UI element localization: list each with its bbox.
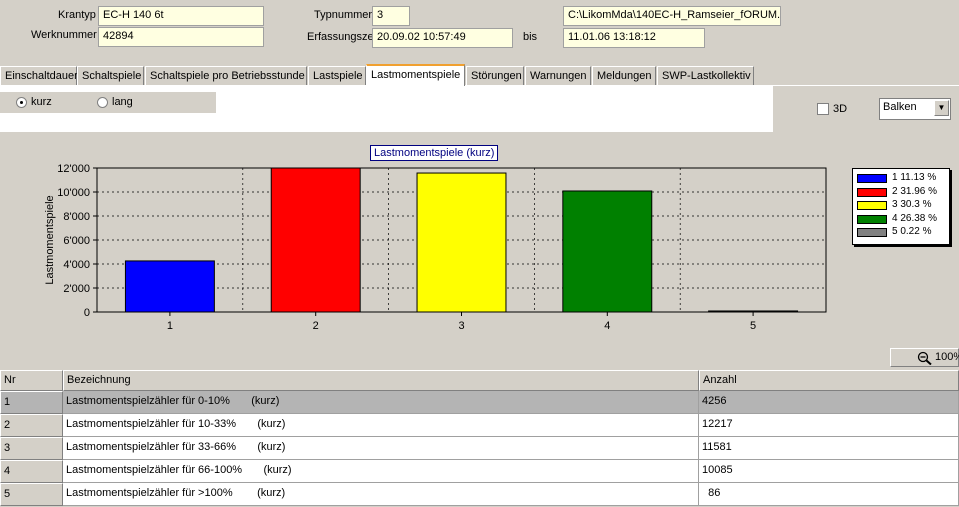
column-header-nr[interactable]: Nr — [0, 370, 63, 391]
table-row[interactable]: 4 Lastmomentspielzähler für 66-100% (kur… — [0, 460, 959, 483]
legend-item: 4 26.38 % — [857, 212, 947, 225]
y-tick-label: 12'000 — [57, 163, 90, 175]
x-tick-label: 3 — [458, 320, 464, 332]
checkbox-3d[interactable] — [817, 103, 829, 115]
radio-lang[interactable] — [97, 97, 108, 108]
krantyp-field[interactable]: EC-H 140 6t — [98, 6, 264, 26]
chevron-down-icon[interactable]: ▼ — [934, 100, 949, 116]
table-row[interactable]: 1 Lastmomentspielzähler für 0-10% (kurz)… — [0, 391, 959, 414]
bar — [124, 260, 215, 313]
row-nr: 3 — [0, 437, 63, 460]
row-anzahl: 11581 — [699, 437, 959, 460]
bar — [416, 172, 507, 313]
chart-type-value: Balken — [883, 101, 917, 113]
radio-kurz-label: kurz — [31, 96, 52, 108]
zoom-level: 100% — [935, 351, 959, 363]
column-header-bezeichnung[interactable]: Bezeichnung — [63, 370, 699, 391]
tab-lastmomentspiele[interactable]: Lastmomentspiele — [366, 64, 465, 86]
legend-swatch — [857, 228, 887, 237]
bar-chart: 0 2'000 4'000 6'000 8'000 10'000 12'000 1 2 3 4 5 La… — [44, 163, 827, 332]
legend-swatch — [857, 174, 887, 183]
x-tick-label: 5 — [750, 320, 756, 332]
table-row[interactable]: 3 Lastmomentspielzähler für 33-66% (kurz… — [0, 437, 959, 460]
y-tick-label: 8'000 — [63, 211, 90, 223]
tab-schaltspiele[interactable]: Schaltspiele — [77, 66, 144, 85]
row-anzahl: 12217 — [699, 414, 959, 437]
checkbox-3d-label: 3D — [833, 103, 848, 115]
chart-title: Lastmomentspiele (kurz) — [370, 145, 499, 161]
x-tick-label: 1 — [167, 320, 173, 332]
legend-swatch — [857, 201, 887, 210]
tab-swp-lastkollektiv[interactable]: SWP-Lastkollektiv — [657, 66, 754, 85]
legend-label: 2 31.96 % — [892, 185, 938, 197]
y-tick-label: 0 — [84, 307, 90, 319]
row-anzahl: 86 — [699, 483, 959, 506]
tab-lastspiele[interactable]: Lastspiele — [308, 66, 366, 85]
row-nr: 2 — [0, 414, 63, 437]
y-tick-label: 4'000 — [63, 259, 90, 271]
erfassungszeit-field[interactable]: 20.09.02 10:57:49 — [372, 28, 513, 48]
row-nr: 1 — [0, 391, 63, 414]
x-tick-label: 4 — [604, 320, 610, 332]
legend-swatch — [857, 187, 887, 197]
bar — [562, 190, 653, 313]
legend-swatch — [857, 214, 887, 224]
path-field[interactable]: C:\LikomMda\140EC-H_Ramseier_fORUM. — [563, 6, 781, 26]
chart-legend: 1 11.13 % 2 31.96 % 3 30.3 % 4 26.38 % 5 0.2… — [852, 168, 950, 245]
werknummer-field[interactable]: 42894 — [98, 27, 264, 47]
row-nr: 4 — [0, 460, 63, 483]
row-bezeichnung: Lastmomentspielzähler für 10-33% (kurz) — [63, 414, 699, 437]
y-axis-label: Lastmomentspiele — [44, 195, 56, 284]
legend-label: 3 30.3 % — [892, 199, 932, 210]
row-bezeichnung: Lastmomentspielzähler für 66-100% (kurz) — [63, 460, 699, 483]
zoom-button[interactable]: 100% — [890, 348, 959, 367]
radio-group: kurz lang — [0, 92, 216, 113]
bar — [270, 167, 361, 313]
y-tick-label: 6'000 — [63, 235, 90, 247]
tab-warnungen[interactable]: Warnungen — [525, 66, 591, 85]
krantyp-label: Krantyp — [58, 9, 96, 21]
legend-label: 5 0.22 % — [892, 226, 932, 237]
legend-item: 3 30.3 % — [857, 199, 947, 211]
legend-item: 1 11.13 % — [857, 172, 947, 184]
table-row[interactable]: 2 Lastmomentspielzähler für 10-33% (kurz… — [0, 414, 959, 437]
row-bezeichnung: Lastmomentspielzähler für >100% (kurz) — [63, 483, 699, 506]
werknummer-label: Werknummer — [31, 29, 97, 41]
bar — [708, 310, 799, 313]
tab-meldungen[interactable]: Meldungen — [592, 66, 656, 85]
table-row[interactable]: 5 Lastmomentspielzähler für >100% (kurz)… — [0, 483, 959, 506]
typnummer-field[interactable]: 3 — [372, 6, 410, 26]
row-bezeichnung: Lastmomentspielzähler für 0-10% (kurz) — [63, 391, 699, 414]
row-anzahl: 10085 — [699, 460, 959, 483]
row-bezeichnung: Lastmomentspielzähler für 33-66% (kurz) — [63, 437, 699, 460]
x-tick-label: 2 — [313, 320, 319, 332]
bis-field[interactable]: 11.01.06 13:18:12 — [563, 28, 705, 48]
typnummer-label: Typnummer — [314, 9, 373, 21]
tab-stoerungen[interactable]: Störungen — [466, 66, 524, 85]
tab-einschaltdauer[interactable]: Einschaltdauer — [0, 66, 78, 85]
chart-type-select[interactable]: Balken ▼ — [879, 98, 951, 120]
tab-schaltspiele-pro-betriebsstunde[interactable]: Schaltspiele pro Betriebsstunde — [145, 66, 307, 85]
bis-label: bis — [523, 31, 538, 43]
row-nr: 5 — [0, 483, 63, 506]
legend-item: 2 31.96 % — [857, 185, 947, 198]
y-tick-label: 2'000 — [63, 283, 90, 295]
zoom-out-icon — [917, 351, 932, 365]
radio-lang-label: lang — [112, 96, 133, 108]
legend-label: 1 11.13 % — [892, 172, 937, 183]
legend-label: 4 26.38 % — [892, 212, 938, 224]
tab-bar: Einschaltdauer Schaltspiele Schaltspiele… — [0, 64, 959, 86]
radio-kurz[interactable] — [16, 97, 27, 108]
legend-item: 5 0.22 % — [857, 226, 947, 238]
erfassungszeit-label: Erfassungszeit — [307, 31, 380, 43]
y-tick-label: 10'000 — [57, 187, 90, 199]
row-anzahl: 4256 — [699, 391, 959, 414]
column-header-anzahl[interactable]: Anzahl — [699, 370, 959, 391]
